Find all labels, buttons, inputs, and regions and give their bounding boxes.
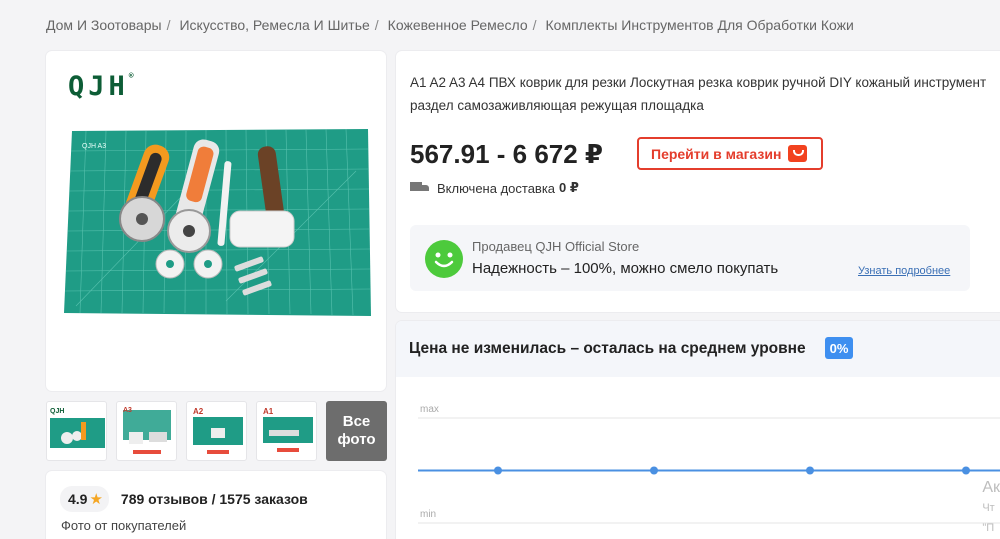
breadcrumb-item-leather-tool-kits[interactable]: Комплекты Инструментов Для Обработки Кож… xyxy=(546,17,854,33)
breadcrumb-separator: / xyxy=(532,17,537,33)
shopping-bag-icon xyxy=(788,145,807,162)
buyer-photos-label: Фото от покупателей xyxy=(61,518,187,533)
product-info-card: A1 A2 A3 A4 ПВХ коврик для резки Лоскутн… xyxy=(396,51,1000,312)
price-history-chart[interactable]: max min xyxy=(396,377,1000,539)
product-title: A1 A2 A3 A4 ПВХ коврик для резки Лоскутн… xyxy=(410,75,987,113)
price-history-header: Цена не изменилась – осталась на среднем… xyxy=(396,321,1000,377)
price-point-2[interactable] xyxy=(650,466,658,475)
breadcrumb-separator: / xyxy=(374,17,379,33)
breadcrumb-item-home-pets[interactable]: Дом И Зоотовары xyxy=(46,17,162,33)
price-point-1[interactable] xyxy=(494,466,502,475)
product-price: 567.91 - 6 672 ₽ xyxy=(410,139,604,169)
truck-icon xyxy=(410,182,430,194)
price-history-card: Цена не изменилась – осталась на среднем… xyxy=(396,321,1000,539)
smiley-icon xyxy=(425,240,463,278)
breadcrumb-item-arts-crafts[interactable]: Искусство, Ремесла И Шитье xyxy=(179,17,369,33)
all-photos-button[interactable]: Все фото xyxy=(326,401,387,461)
svg-text:A1: A1 xyxy=(263,407,274,416)
price-point-4[interactable] xyxy=(962,466,970,475)
price-change-badge: 0% xyxy=(825,337,853,359)
product-photo: QJH A3 xyxy=(64,128,372,316)
price-history-title: Цена не изменилась – осталась на среднем… xyxy=(409,340,806,357)
thumbnail-2[interactable]: A3 xyxy=(116,401,177,461)
max-label: max xyxy=(420,404,439,415)
svg-text:A2: A2 xyxy=(193,407,204,416)
star-icon: ★ xyxy=(89,491,103,508)
price-point-3[interactable] xyxy=(806,466,814,475)
rating-card: 4.9 ★ 789 отзывов / 1575 заказов Фото от … xyxy=(46,471,386,539)
thumbnail-1[interactable]: QJH xyxy=(46,401,107,461)
learn-more-link[interactable]: Узнать подробнее xyxy=(858,265,950,277)
go-to-store-button[interactable]: Перейти в магазин xyxy=(637,137,823,170)
rating-badge: 4.9 ★ xyxy=(60,486,109,512)
thumbnail-4[interactable]: A1 xyxy=(256,401,317,461)
delivery-info: Включена доставка 0 ₽ xyxy=(410,180,579,196)
reviews-orders-count[interactable]: 789 отзывов / 1575 заказов xyxy=(121,491,308,507)
thumbnail-strip: QJH A3 A2 A1 Все фото xyxy=(46,401,387,461)
activation-watermark: Ак Чт "П xyxy=(982,479,1000,534)
breadcrumb: Дом И Зоотовары / Искусство, Ремесла И Ши… xyxy=(46,17,854,33)
svg-text:QJH: QJH xyxy=(50,408,64,415)
min-label: min xyxy=(420,509,436,520)
breadcrumb-item-leather-craft[interactable]: Кожевенное Ремесло xyxy=(388,17,528,33)
breadcrumb-separator: / xyxy=(166,17,171,33)
seller-name: Продавец QJH Official Store xyxy=(472,239,640,254)
seller-reliability: Надежность – 100%, можно смело покупать xyxy=(472,260,779,277)
thumbnail-3[interactable]: A2 xyxy=(186,401,247,461)
svg-text:QJH A3: QJH A3 xyxy=(82,143,106,150)
svg-text:A3: A3 xyxy=(123,407,132,414)
product-main-image[interactable]: QJH® QJH A3 xyxy=(46,51,386,391)
seller-block: Продавец QJH Official Store Надежность –… xyxy=(410,225,970,291)
